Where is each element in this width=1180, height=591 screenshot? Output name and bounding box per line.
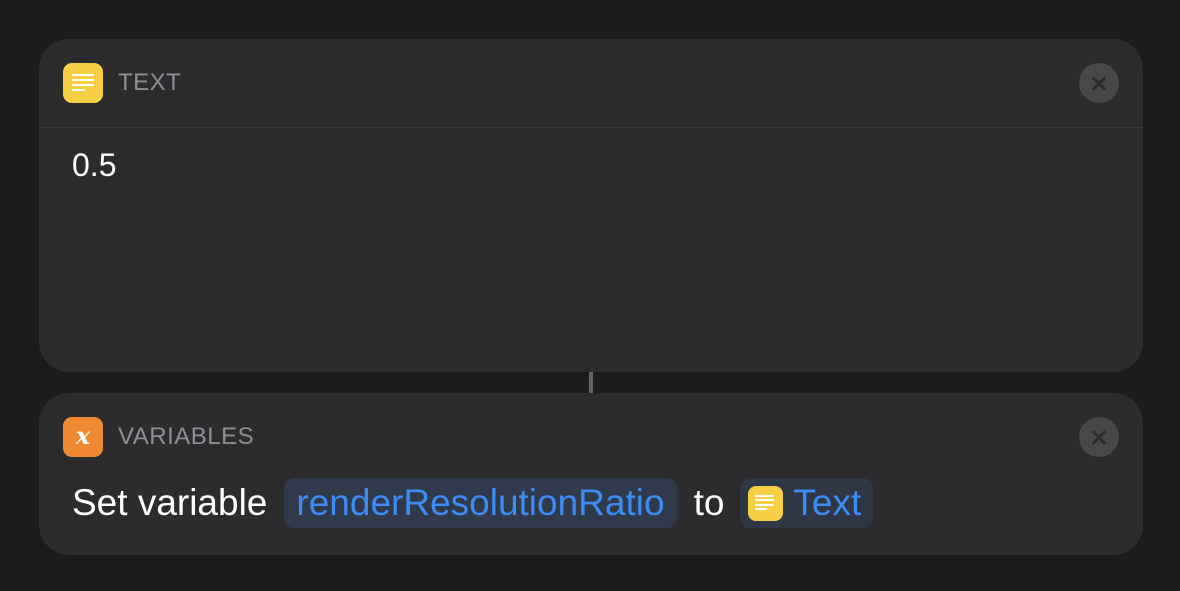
text-input-token-label: Text [793, 482, 862, 523]
set-variable-action-card[interactable]: x VARIABLES Set variable renderResolutio… [39, 393, 1143, 555]
text-value-field[interactable]: 0.5 [72, 147, 116, 184]
variable-name-token[interactable]: renderResolutionRatio [284, 478, 677, 528]
variables-action-header: x VARIABLES [39, 393, 1143, 481]
close-icon[interactable] [1079, 63, 1119, 103]
text-input-token[interactable]: Text [740, 478, 874, 528]
set-variable-label: Set variable [72, 482, 268, 523]
text-lines-icon [748, 485, 784, 521]
variable-x-icon: x [63, 417, 103, 457]
set-variable-sentence: Set variable renderResolutionRatio to Te… [72, 477, 874, 529]
action-connector-line [589, 372, 593, 393]
text-action-card[interactable]: TEXT 0.5 [39, 39, 1143, 372]
text-action-header: TEXT [39, 39, 1143, 128]
to-label: to [693, 482, 725, 523]
close-icon[interactable] [1079, 417, 1119, 457]
action-category-label: VARIABLES [118, 423, 255, 450]
action-category-label: TEXT [118, 69, 182, 96]
text-lines-icon [63, 63, 103, 103]
